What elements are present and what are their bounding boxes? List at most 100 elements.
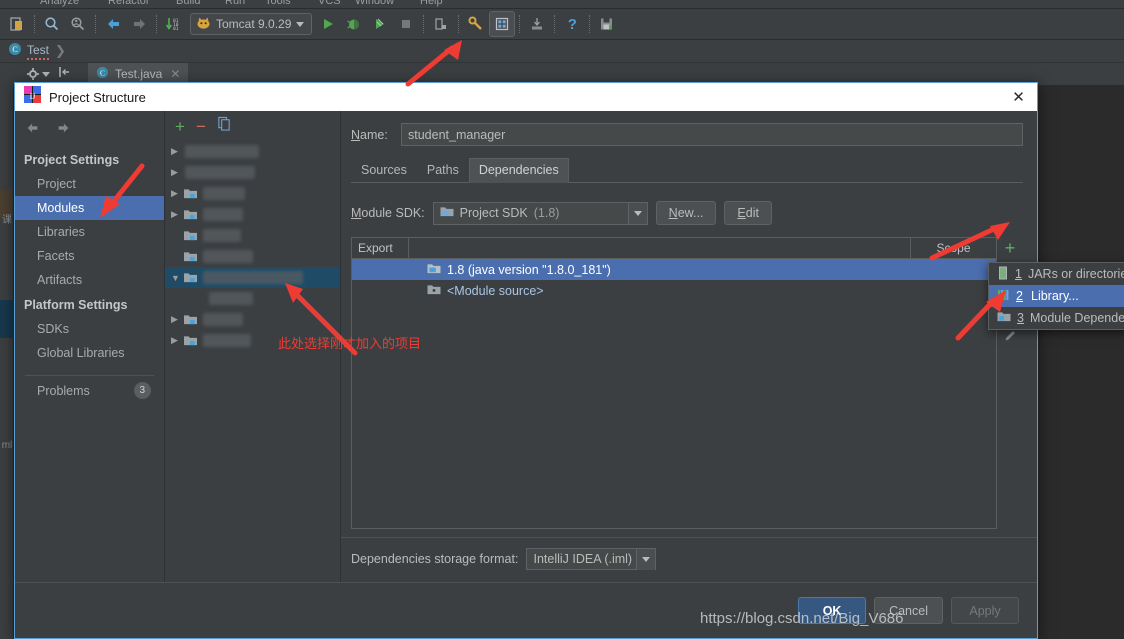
module-name-redacted <box>185 145 259 158</box>
help-icon[interactable]: ? <box>559 11 585 37</box>
edit-sdk-button[interactable]: Edit <box>724 201 772 225</box>
collapse-all-icon[interactable] <box>58 65 72 84</box>
debug-icon[interactable] <box>341 11 367 37</box>
menu-build[interactable]: Build <box>176 0 200 7</box>
module-tree-row[interactable]: ▶ <box>165 141 340 162</box>
sidebar-item-libraries[interactable]: Libraries <box>15 220 164 244</box>
sidebar-item-facets[interactable]: Facets <box>15 244 164 268</box>
modules-tree[interactable]: ▶ ▶ ▶ ▶ ▼ ▶ ▶ <box>165 139 340 351</box>
column-header-name[interactable] <box>408 238 910 258</box>
breadcrumb[interactable]: C Test <box>8 42 50 61</box>
sidebar-item-modules[interactable]: Modules <box>15 196 164 220</box>
sidebar-item-problems[interactable]: Problems 3 <box>15 382 164 399</box>
close-icon[interactable]: ✕ <box>1010 89 1027 106</box>
sidebar-item-global-libraries[interactable]: Global Libraries <box>15 341 164 365</box>
menu-help[interactable]: Help <box>420 0 443 7</box>
sidebar-problems-label: Problems <box>37 383 90 398</box>
library-icon <box>997 288 1010 305</box>
screenshot-root: Analyze Refactor Build Run Tools VCS Win… <box>0 0 1124 639</box>
menu-analyze[interactable]: Analyze <box>40 0 79 7</box>
column-header-scope[interactable]: Scope <box>910 238 996 258</box>
chevron-down-icon[interactable] <box>296 21 305 27</box>
sidebar-item-project[interactable]: Project <box>15 172 164 196</box>
new-sdk-button[interactable]: New... <box>655 201 717 225</box>
run-icon[interactable] <box>315 11 341 37</box>
chevron-down-icon[interactable] <box>636 548 656 570</box>
expander-closed-icon[interactable]: ▶ <box>171 209 183 220</box>
expander-closed-icon[interactable]: ▶ <box>171 167 183 178</box>
menu-item-library[interactable]: 2 Library... <box>989 285 1124 307</box>
ide-toolbar[interactable]: 01 10 01 Tomcat 9.0.29 ? <box>0 9 1124 40</box>
search-icon[interactable] <box>39 11 65 37</box>
expander-closed-icon[interactable]: ▶ <box>171 188 183 199</box>
add-module-button[interactable]: + <box>175 118 185 135</box>
menu-item-jars-or-directories[interactable]: 1 JARs or directories... <box>989 263 1124 285</box>
module-sdk-select[interactable]: Project SDK (1.8) <box>432 201 648 225</box>
module-name-input[interactable] <box>401 123 1023 146</box>
copy-icon[interactable] <box>217 116 232 136</box>
module-tree-row[interactable]: ▶ <box>165 309 340 330</box>
paste-icon[interactable] <box>4 11 30 37</box>
tab-sources[interactable]: Sources <box>351 158 417 183</box>
module-folder-icon <box>183 250 198 263</box>
menu-item-module-dependency[interactable]: 3 Module Dependency... <box>989 307 1124 329</box>
menu-vcs[interactable]: VCS <box>318 0 341 7</box>
sidebar-item-sdks[interactable]: SDKs <box>15 317 164 341</box>
class-icon: C <box>96 66 109 82</box>
ide-menu-bar[interactable]: Analyze Refactor Build Run Tools VCS Win… <box>0 0 1124 9</box>
tab-dependencies[interactable]: Dependencies <box>468 158 569 183</box>
module-tree-row[interactable] <box>165 288 340 309</box>
nav-back-icon[interactable] <box>25 121 40 139</box>
close-icon[interactable]: ✕ <box>170 67 180 81</box>
module-tree-row[interactable]: ▶ <box>165 162 340 183</box>
expander-closed-icon[interactable]: ▶ <box>171 314 183 325</box>
toolbar-divider <box>34 15 35 33</box>
module-tree-row[interactable] <box>165 225 340 246</box>
module-tree-row[interactable] <box>165 246 340 267</box>
exit-icon[interactable] <box>428 11 454 37</box>
table-row[interactable]: <Module source> <box>352 280 996 301</box>
remove-module-button[interactable]: − <box>196 118 206 135</box>
tab-paths[interactable]: Paths <box>417 158 469 183</box>
project-structure-dialog: IJ Project Structure ✕ Project Settings … <box>14 82 1038 639</box>
table-row[interactable]: 1.8 (java version "1.8.0_181") <box>352 259 996 280</box>
run-coverage-icon[interactable] <box>367 11 393 37</box>
module-folder-icon <box>183 187 198 200</box>
back-icon[interactable] <box>100 11 126 37</box>
sidebar-item-artifacts[interactable]: Artifacts <box>15 268 164 292</box>
run-configuration-selector[interactable]: Tomcat 9.0.29 <box>190 13 313 35</box>
menu-run[interactable]: Run <box>225 0 245 7</box>
expander-closed-icon[interactable]: ▶ <box>171 335 183 346</box>
menu-window[interactable]: Window <box>355 0 394 7</box>
module-tree-row[interactable]: ▶ <box>165 204 340 225</box>
update-app-icon[interactable] <box>524 11 550 37</box>
storage-format-select[interactable]: IntelliJ IDEA (.iml) <box>526 548 657 570</box>
dependencies-table[interactable]: Export Scope 1.8 (java version "1.8.0_18… <box>351 237 997 529</box>
module-tree-row[interactable]: ▶ <box>165 183 340 204</box>
expander-open-icon[interactable]: ▼ <box>171 273 183 283</box>
sidebar-divider <box>25 375 154 376</box>
menu-refactor[interactable]: Refactor <box>108 0 150 7</box>
step-icon[interactable]: 01 10 01 <box>161 11 187 37</box>
settings-wrench-icon[interactable] <box>463 11 489 37</box>
save-all-icon[interactable] <box>594 11 620 37</box>
menu-tools[interactable]: Tools <box>265 0 291 7</box>
breadcrumb-chevron-icon: ❯ <box>55 43 66 58</box>
expander-closed-icon[interactable]: ▶ <box>171 146 183 157</box>
project-structure-icon[interactable] <box>489 11 516 37</box>
add-dependency-popup-menu[interactable]: 1 JARs or directories... 2 Library... <box>988 262 1124 330</box>
add-dependency-button[interactable]: + <box>1000 238 1020 258</box>
search-structurally-icon[interactable] <box>65 11 91 37</box>
gear-icon[interactable] <box>26 67 50 81</box>
column-header-export[interactable]: Export <box>352 241 408 255</box>
chevron-down-icon[interactable] <box>42 71 50 77</box>
ide-left-tool-strip[interactable]: 课 ml <box>0 85 14 639</box>
menu-item-label: Module Dependency... <box>1029 311 1124 325</box>
nav-forward-icon[interactable] <box>56 121 71 139</box>
stop-icon[interactable] <box>393 11 419 37</box>
module-tree-row[interactable]: ▼ <box>165 267 340 288</box>
chevron-down-icon[interactable] <box>627 202 647 224</box>
forward-icon[interactable] <box>126 11 152 37</box>
tomcat-icon <box>196 16 211 33</box>
apply-button[interactable]: Apply <box>951 597 1019 624</box>
